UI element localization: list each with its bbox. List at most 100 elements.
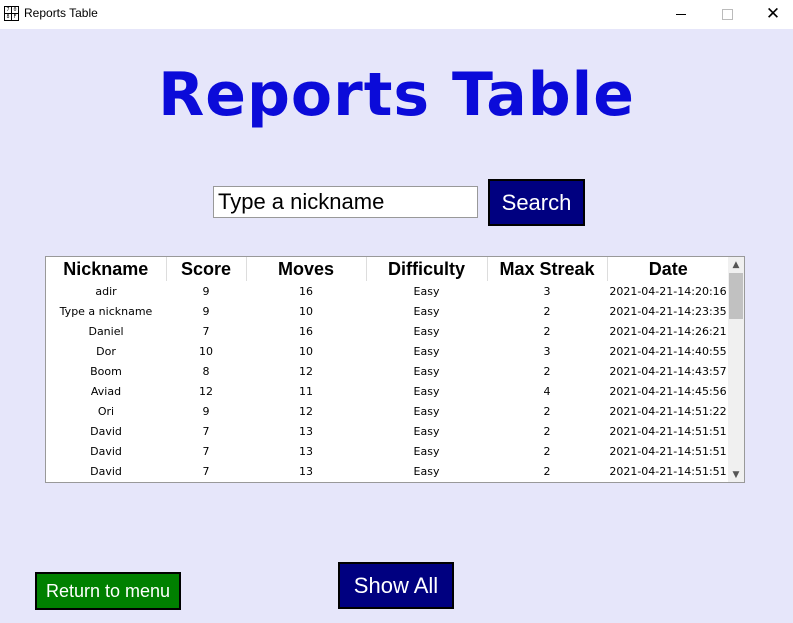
maximize-button[interactable] bbox=[704, 0, 750, 29]
cell-difficulty: Easy bbox=[413, 304, 440, 318]
cell-max-streak: 2 bbox=[543, 464, 551, 478]
cell-date: 2021-04-21-14:40:55 bbox=[609, 344, 727, 358]
reports-table-grid: Nickname Score Moves Difficulty Max Stre… bbox=[46, 257, 729, 481]
cell-difficulty: Easy bbox=[413, 444, 440, 458]
table-row[interactable]: Daniel 7 16 Easy 2 2021-04-21-14:26:21 bbox=[46, 321, 729, 341]
cell-score: 7 bbox=[202, 444, 210, 458]
column-header-nickname[interactable]: Nickname bbox=[46, 257, 167, 281]
cell-max-streak: 2 bbox=[543, 324, 551, 338]
table-row[interactable]: Boom 8 12 Easy 2 2021-04-21-14:43:57 bbox=[46, 361, 729, 381]
cell-date: 2021-04-21-14:51:51 bbox=[609, 424, 727, 438]
cell-moves: 13 bbox=[299, 424, 313, 438]
app-icon-cell: 0 bbox=[12, 7, 18, 13]
column-header-difficulty[interactable]: Difficulty bbox=[366, 257, 488, 281]
cell-max-streak: 3 bbox=[543, 344, 551, 358]
cell-date: 2021-04-21-14:45:56 bbox=[609, 384, 727, 398]
cell-max-streak: 4 bbox=[543, 384, 551, 398]
cell-date: 2021-04-21-14:51:51 bbox=[609, 464, 727, 478]
reports-table[interactable]: Nickname Score Moves Difficulty Max Stre… bbox=[45, 256, 745, 483]
table-row[interactable]: David 7 13 Easy 2 2021-04-21-14:51:51 bbox=[46, 421, 729, 441]
show-all-button[interactable]: Show All bbox=[338, 562, 454, 609]
cell-score: 9 bbox=[202, 304, 210, 318]
table-row[interactable]: adir 9 16 Easy 3 2021-04-21-14:20:16 bbox=[46, 281, 729, 301]
table-row[interactable]: Aviad 12 11 Easy 4 2021-04-21-14:45:56 bbox=[46, 381, 729, 401]
cell-difficulty: Easy bbox=[413, 424, 440, 438]
app-icon: 7 0 8 F bbox=[4, 6, 19, 21]
cell-difficulty: Easy bbox=[413, 404, 440, 418]
return-to-menu-button[interactable]: Return to menu bbox=[35, 572, 181, 610]
scrollbar-thumb[interactable] bbox=[729, 273, 743, 319]
cell-difficulty: Easy bbox=[413, 364, 440, 378]
table-row[interactable]: David 7 13 Easy 2 2021-04-21-14:51:51 bbox=[46, 441, 729, 461]
cell-max-streak: 2 bbox=[543, 424, 551, 438]
cell-score: 8 bbox=[202, 364, 210, 378]
cell-nickname: David bbox=[90, 424, 122, 438]
cell-date: 2021-04-21-14:51:51 bbox=[609, 444, 727, 458]
cell-score: 9 bbox=[202, 404, 210, 418]
cell-score: 12 bbox=[199, 384, 213, 398]
cell-moves: 10 bbox=[299, 344, 313, 358]
scroll-up-arrow-icon[interactable]: ▲ bbox=[728, 257, 744, 272]
app-icon-cell: 7 bbox=[5, 7, 11, 13]
column-header-moves[interactable]: Moves bbox=[246, 257, 367, 281]
column-header-score[interactable]: Score bbox=[166, 257, 247, 281]
cell-max-streak: 2 bbox=[543, 364, 551, 378]
table-row[interactable]: Ori 9 12 Easy 2 2021-04-21-14:51:22 bbox=[46, 401, 729, 421]
column-header-date[interactable]: Date bbox=[607, 257, 729, 281]
cell-difficulty: Easy bbox=[413, 284, 440, 298]
app-icon-cell: 8 bbox=[5, 14, 11, 20]
page-title: Reports Table bbox=[158, 60, 635, 130]
cell-max-streak: 2 bbox=[543, 304, 551, 318]
cell-moves: 12 bbox=[299, 404, 313, 418]
cell-moves: 16 bbox=[299, 324, 313, 338]
column-header-max-streak[interactable]: Max Streak bbox=[487, 257, 608, 281]
cell-moves: 11 bbox=[299, 384, 313, 398]
cell-max-streak: 2 bbox=[543, 444, 551, 458]
table-row[interactable]: David 7 13 Easy 2 2021-04-21-14:51:51 bbox=[46, 461, 729, 481]
cell-moves: 12 bbox=[299, 364, 313, 378]
window-title: Reports Table bbox=[24, 6, 98, 20]
cell-nickname: Type a nickname bbox=[59, 304, 153, 318]
cell-score: 7 bbox=[202, 464, 210, 478]
cell-nickname: Boom bbox=[90, 364, 122, 378]
table-row[interactable]: Dor 10 10 Easy 3 2021-04-21-14:40:55 bbox=[46, 341, 729, 361]
cell-nickname: David bbox=[90, 444, 122, 458]
cell-nickname: David bbox=[90, 464, 122, 478]
table-row[interactable]: Type a nickname 9 10 Easy 2 2021-04-21-1… bbox=[46, 301, 729, 321]
cell-difficulty: Easy bbox=[413, 384, 440, 398]
cell-moves: 10 bbox=[299, 304, 313, 318]
cell-max-streak: 2 bbox=[543, 404, 551, 418]
cell-difficulty: Easy bbox=[413, 324, 440, 338]
cell-date: 2021-04-21-14:26:21 bbox=[609, 324, 727, 338]
cell-difficulty: Easy bbox=[413, 464, 440, 478]
app-icon-cell: F bbox=[12, 14, 18, 20]
cell-nickname: adir bbox=[95, 284, 117, 298]
cell-moves: 13 bbox=[299, 464, 313, 478]
cell-difficulty: Easy bbox=[413, 344, 440, 358]
cell-date: 2021-04-21-14:43:57 bbox=[609, 364, 727, 378]
cell-nickname: Ori bbox=[97, 404, 115, 418]
scroll-down-arrow-icon[interactable]: ▼ bbox=[728, 467, 744, 482]
cell-nickname: Dor bbox=[96, 344, 116, 358]
maximize-icon bbox=[721, 9, 733, 20]
cell-date: 2021-04-21-14:51:22 bbox=[609, 404, 727, 418]
title-bar: 7 0 8 F Reports Table ✕ bbox=[0, 0, 793, 29]
minimize-icon bbox=[676, 14, 686, 15]
minimize-button[interactable] bbox=[658, 0, 704, 29]
table-header-row: Nickname Score Moves Difficulty Max Stre… bbox=[46, 257, 729, 281]
table-scrollbar[interactable]: ▲ ▼ bbox=[728, 257, 744, 482]
cell-date: 2021-04-21-14:23:35 bbox=[609, 304, 727, 318]
cell-score: 7 bbox=[202, 424, 210, 438]
cell-moves: 13 bbox=[299, 444, 313, 458]
cell-score: 7 bbox=[202, 324, 210, 338]
cell-moves: 16 bbox=[299, 284, 313, 298]
cell-score: 9 bbox=[202, 284, 210, 298]
nickname-search-input[interactable] bbox=[213, 186, 478, 218]
cell-nickname: Daniel bbox=[88, 324, 124, 338]
cell-nickname: Aviad bbox=[90, 384, 122, 398]
search-button[interactable]: Search bbox=[488, 179, 585, 226]
cell-date: 2021-04-21-14:20:16 bbox=[609, 284, 727, 298]
close-icon: ✕ bbox=[765, 4, 781, 24]
close-button[interactable]: ✕ bbox=[750, 0, 793, 29]
cell-score: 10 bbox=[199, 344, 213, 358]
